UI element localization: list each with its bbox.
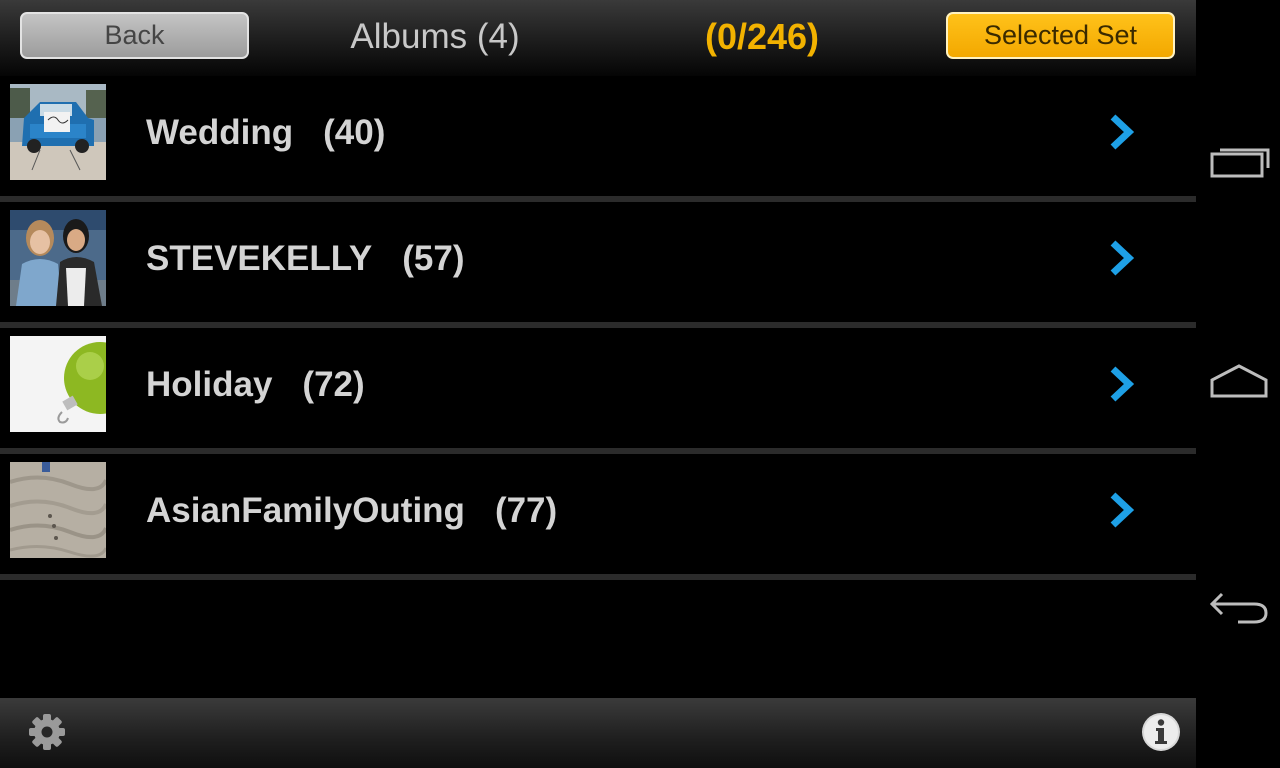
album-name: Wedding <box>146 113 294 152</box>
album-name: Holiday <box>146 365 273 404</box>
home-icon[interactable] <box>1208 360 1270 404</box>
back-button[interactable]: Back <box>20 12 249 59</box>
album-thumbnail <box>10 84 106 180</box>
album-count: (72) <box>302 365 365 404</box>
album-thumbnail <box>10 336 106 432</box>
album-count: (57) <box>402 239 465 278</box>
chevron-right-icon <box>1110 492 1135 528</box>
selected-set-button[interactable]: Selected Set <box>946 12 1175 59</box>
app-window: Back Albums (4) (0/246) Selected Set Wed… <box>0 0 1196 768</box>
album-label: AsianFamilyOuting (77) <box>146 488 557 534</box>
album-row-asianfamilyouting[interactable]: AsianFamilyOuting (77) <box>0 454 1196 580</box>
album-label: STEVEKELLY (57) <box>146 236 465 282</box>
info-icon[interactable] <box>1141 712 1181 752</box>
screen: Back Albums (4) (0/246) Selected Set Wed… <box>0 0 1280 768</box>
album-name: AsianFamilyOuting <box>146 491 465 530</box>
selection-counter: (0/246) <box>704 16 820 57</box>
top-bar: Back Albums (4) (0/246) Selected Set <box>0 0 1196 76</box>
album-count: (40) <box>323 113 386 152</box>
album-row-holiday[interactable]: Holiday (72) <box>0 328 1196 454</box>
recent-apps-icon[interactable] <box>1208 140 1270 184</box>
album-name: STEVEKELLY <box>146 239 373 278</box>
gear-icon[interactable] <box>27 712 67 752</box>
chevron-right-icon <box>1110 240 1135 276</box>
album-row-stevekelly[interactable]: STEVEKELLY (57) <box>0 202 1196 328</box>
page-title: Albums (4) <box>350 17 520 56</box>
album-count: (77) <box>494 491 558 530</box>
album-thumbnail <box>10 210 106 306</box>
album-label: Wedding (40) <box>146 110 385 156</box>
chevron-right-icon <box>1110 114 1135 150</box>
album-label: Holiday (72) <box>146 362 365 408</box>
album-thumbnail <box>10 462 106 558</box>
album-row-wedding[interactable]: Wedding (40) <box>0 76 1196 202</box>
back-arrow-icon[interactable] <box>1208 584 1270 628</box>
system-nav-bar <box>1196 0 1280 768</box>
bottom-bar <box>0 698 1196 768</box>
album-list: Wedding (40) STEVEKELLY (57) Holiday (72… <box>0 76 1196 580</box>
chevron-right-icon <box>1110 366 1135 402</box>
